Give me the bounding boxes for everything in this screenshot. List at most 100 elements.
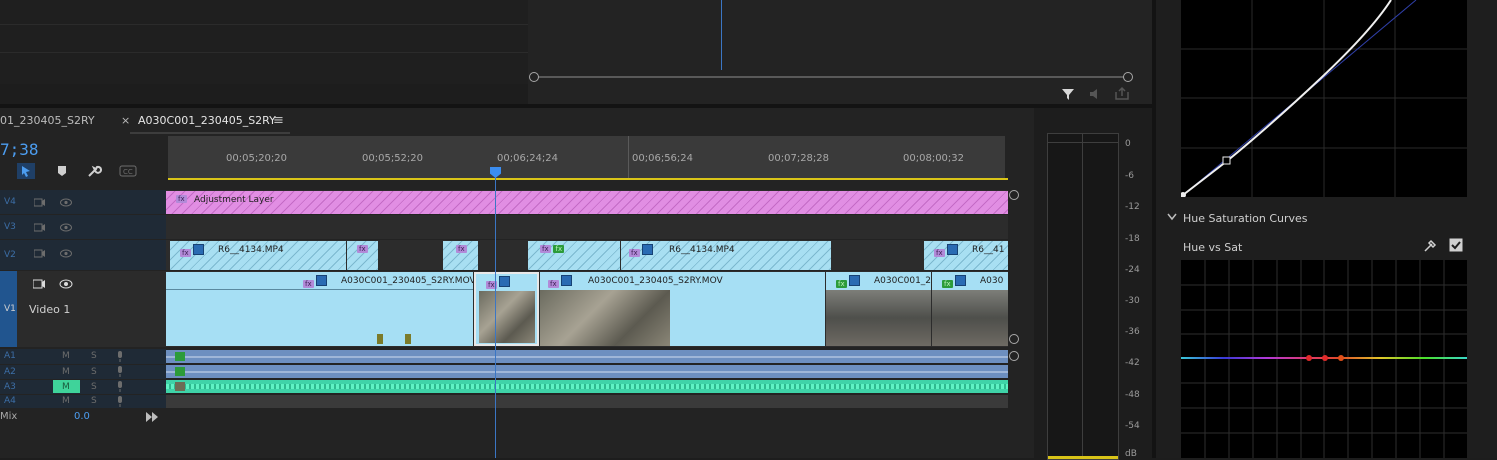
clip-v2[interactable]: fx [443, 241, 478, 270]
source-monitor-panel [0, 0, 528, 84]
track-header-a4: A4 M S [0, 395, 166, 408]
zoom-handle-left[interactable] [529, 72, 539, 82]
captions-icon[interactable]: CC [119, 165, 137, 177]
fx-badge: fx [934, 249, 945, 257]
mute-button[interactable]: M [62, 396, 70, 406]
audio-meter [1047, 133, 1119, 460]
clip-v1[interactable]: fx A030C001_230405_S2RY.MOV [166, 272, 473, 346]
program-monitor-panel [528, 0, 1152, 106]
track-zoom-handle[interactable] [1009, 190, 1019, 200]
blend-icon [193, 244, 205, 255]
clip-v1[interactable]: fx A030C001_2 [826, 272, 931, 346]
sync-lock-icon[interactable] [34, 223, 46, 232]
fx-badge: fx [303, 280, 314, 288]
clip-label: R6__41 [972, 245, 1005, 255]
timecode-display[interactable]: 7;38 [0, 140, 39, 159]
section-title[interactable]: Hue Saturation Curves [1183, 212, 1308, 225]
clip-adjustment-layer[interactable]: fx Adjustment Layer [166, 191, 1008, 214]
export-frame-icon[interactable] [1114, 86, 1132, 102]
program-playhead[interactable] [721, 0, 722, 70]
solo-button[interactable]: S [91, 351, 97, 361]
fx-badge: fx [942, 280, 953, 288]
microphone-icon[interactable] [116, 366, 124, 377]
track-zoom-handle[interactable] [1009, 334, 1019, 344]
track-name-video1[interactable]: Video 1 [29, 303, 70, 316]
solo-button[interactable]: S [91, 396, 97, 406]
microphone-icon[interactable] [116, 381, 124, 392]
marker-icon[interactable] [56, 164, 68, 178]
mute-button[interactable]: M [62, 367, 70, 377]
db-label: -6 [1125, 171, 1134, 181]
db-label: -48 [1125, 390, 1140, 400]
checkbox[interactable] [1449, 238, 1463, 252]
clip-thumbnail [932, 290, 1008, 346]
audio-clip-a2[interactable] [166, 365, 1008, 378]
keyframe-marker[interactable] [405, 334, 411, 344]
hue-vs-sat-graph[interactable] [1181, 260, 1467, 458]
mix-volume-value[interactable]: 0.0 [74, 411, 90, 422]
program-zoom-scrollbar[interactable] [533, 76, 1129, 78]
sync-lock-icon[interactable] [33, 279, 46, 289]
waveform [166, 356, 1008, 358]
track-zoom-handle[interactable] [1009, 351, 1019, 361]
sequence-tab-2[interactable]: A030C001_230405_S2RY [138, 114, 276, 127]
fx-badge-audio [175, 367, 185, 376]
keyframe-marker[interactable] [377, 334, 383, 344]
audio-lane-a4 [166, 395, 1008, 408]
solo-button[interactable]: S [91, 367, 97, 377]
filter-icon[interactable] [1060, 86, 1078, 102]
rgb-curve-graph[interactable] [1181, 0, 1467, 197]
blend-icon [642, 244, 654, 255]
tab-menu-icon[interactable]: ≡ [273, 113, 284, 128]
meter-divider [1082, 134, 1083, 459]
clip-v2[interactable]: fx R6__4134.MP4 [170, 241, 346, 270]
track-header-v3: V3 [0, 215, 166, 239]
audio-clip-a1[interactable] [166, 350, 1008, 363]
fx-badge: fx [553, 245, 565, 253]
sequence-tab-1[interactable]: 01_230405_S2RY [0, 114, 95, 127]
active-tab-underline [130, 132, 290, 134]
eye-icon[interactable] [60, 198, 72, 207]
zoom-handle-right[interactable] [1123, 72, 1133, 82]
timeline-ruler[interactable] [168, 136, 1005, 179]
clip-v2[interactable]: fx R6__41 [924, 241, 1008, 270]
fx-badge: fx [629, 249, 640, 257]
sync-lock-icon[interactable] [34, 249, 46, 258]
playhead-line [495, 172, 496, 458]
work-area-bar[interactable] [168, 178, 1008, 180]
snap-icon[interactable] [17, 163, 35, 179]
clip-label: A030C001_230405_S2RY.MOV [588, 276, 723, 286]
ruler-label: 00;08;00;32 [903, 153, 965, 164]
clip-v2[interactable]: fx R6__4134.MP4 [621, 241, 831, 270]
eye-icon[interactable] [60, 223, 72, 232]
eye-icon[interactable] [59, 279, 73, 289]
sync-lock-icon[interactable] [34, 198, 46, 207]
blend-icon [955, 275, 967, 286]
fx-badge: fx [180, 249, 191, 257]
wrench-icon[interactable] [86, 163, 102, 179]
clip-v1[interactable]: fx A030C001_230405_S2RY.MOV [540, 272, 825, 346]
audio-export-icon[interactable] [1087, 86, 1105, 102]
clip-v2[interactable]: fx fx [528, 241, 620, 270]
eye-icon[interactable] [60, 249, 72, 258]
clip-v1-selected[interactable]: fx [474, 272, 539, 346]
fx-badge: fx [357, 245, 368, 253]
mute-button[interactable]: M [62, 382, 70, 392]
clip-label: R6__4134.MP4 [669, 245, 735, 255]
clip-v2[interactable]: fx [347, 241, 378, 270]
mute-button[interactable]: M [62, 351, 70, 361]
blend-icon [316, 275, 328, 286]
microphone-icon[interactable] [116, 351, 124, 362]
clip-v1[interactable]: fx A030 [932, 272, 1008, 346]
go-to-end-icon[interactable] [146, 412, 158, 422]
clip-label: A030C001_230405_S2RY.MOV [341, 276, 473, 286]
divider [0, 24, 528, 25]
fx-badge-audio [175, 352, 185, 361]
solo-button[interactable]: S [91, 382, 97, 392]
eyedropper-icon[interactable] [1422, 238, 1438, 254]
microphone-icon[interactable] [116, 396, 124, 407]
tab-close-icon[interactable]: × [121, 114, 130, 127]
chevron-down-icon[interactable] [1167, 213, 1177, 221]
audio-clip-a3[interactable] [166, 380, 1008, 393]
db-label: -12 [1125, 202, 1140, 212]
